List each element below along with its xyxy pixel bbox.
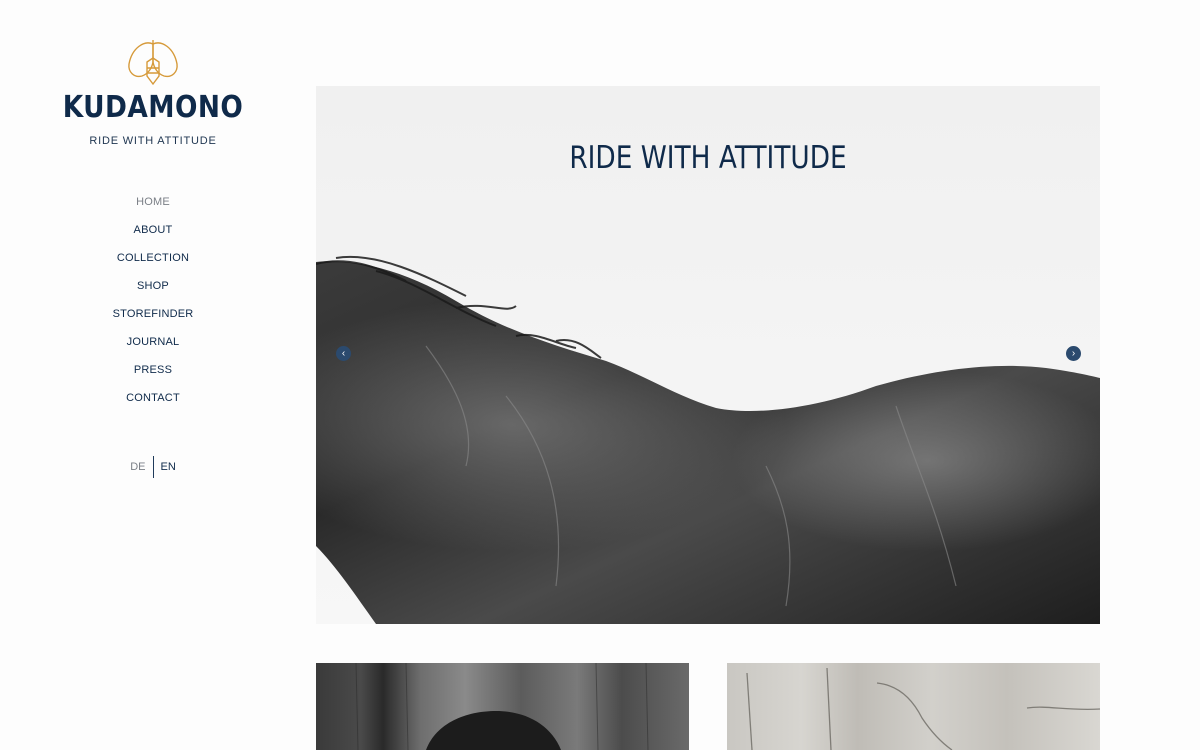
weathered-wood-photo[interactable] <box>727 663 1100 750</box>
wooden-wall-photo[interactable] <box>316 663 689 750</box>
language-divider <box>152 456 154 478</box>
nav-item-collection[interactable]: COLLECTION <box>0 250 306 278</box>
nav-item-shop[interactable]: SHOP <box>0 278 306 306</box>
language-de[interactable]: DE <box>130 461 145 473</box>
nav-item-home[interactable]: HOME <box>0 194 306 222</box>
nav-item-press[interactable]: PRESS <box>0 362 306 390</box>
hero-slider: RIDE WITH ATTITUDE ‹ › <box>316 86 1100 624</box>
wood-crack-texture <box>746 667 1100 750</box>
sidebar: KUDAMONO RIDE WITH ATTITUDE HOME ABOUT C… <box>0 0 306 750</box>
main-nav: HOME ABOUT COLLECTION SHOP STOREFINDER J… <box>0 194 306 418</box>
hero-title: RIDE WITH ATTITUDE <box>569 140 847 176</box>
brand-tagline: RIDE WITH ATTITUDE <box>89 135 217 147</box>
chevron-left-icon[interactable]: ‹ <box>336 346 351 361</box>
nav-item-contact[interactable]: CONTACT <box>0 390 306 418</box>
nav-item-storefinder[interactable]: STOREFINDER <box>0 306 306 334</box>
language-en[interactable]: EN <box>161 461 176 473</box>
language-switcher: DE EN <box>0 456 306 478</box>
bee-logo-icon[interactable] <box>126 38 180 86</box>
chevron-right-icon[interactable]: › <box>1066 346 1081 361</box>
nav-item-about[interactable]: ABOUT <box>0 222 306 250</box>
nav-item-journal[interactable]: JOURNAL <box>0 334 306 362</box>
brand-name[interactable]: KUDAMONO <box>18 90 287 125</box>
child-head-silhouette <box>355 663 649 750</box>
